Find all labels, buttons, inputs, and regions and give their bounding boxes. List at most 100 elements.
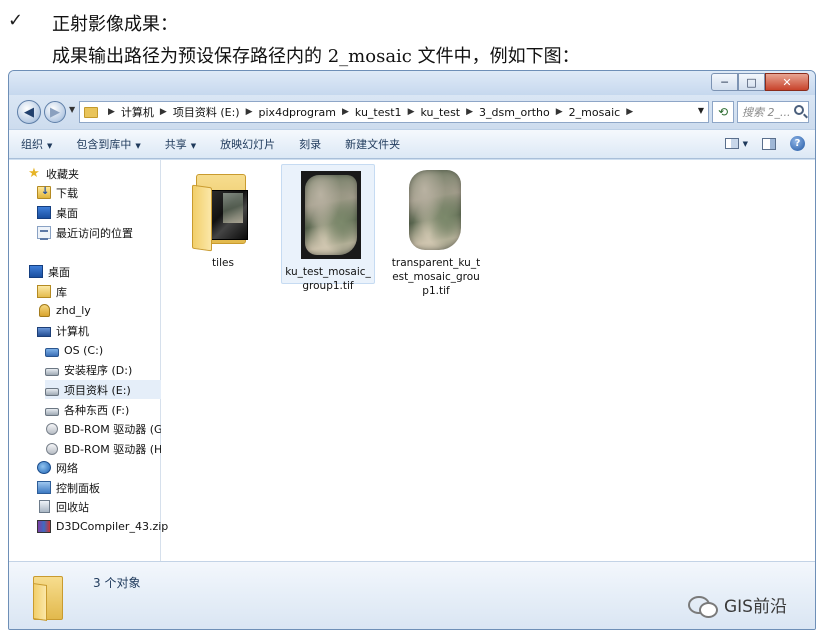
address-row: ◀ ▶ ▼ ▶ 计算机 ▶ 项目资料 (E:) ▶ pix4dprogram ▶… [9, 95, 815, 129]
file-item-mosaic[interactable]: ku_test_mosaic_group1.tif [281, 164, 375, 292]
preview-pane-icon[interactable] [762, 137, 776, 150]
chevron-down-icon[interactable]: ▼ [743, 140, 748, 148]
sidebar-item-label: 收藏夹 [46, 167, 79, 181]
minimize-button[interactable]: ─ [711, 73, 738, 91]
zip-archive-icon [37, 520, 51, 533]
chevron-right-icon[interactable]: ▶ [160, 107, 167, 117]
window-controls: ─ □ ✕ [711, 73, 809, 91]
watermark: GIS前沿 [688, 592, 787, 618]
file-item-transparent-mosaic[interactable]: transparent_ku_test_mosaic_group1.tif [389, 164, 483, 298]
chevron-down-icon: ▼ [47, 142, 53, 150]
refresh-button[interactable]: ⟲ [712, 101, 734, 123]
new-folder-button[interactable]: 新建文件夹 [333, 136, 412, 152]
forward-button[interactable]: ▶ [44, 101, 66, 123]
sidebar-item-label: 计算机 [56, 324, 89, 338]
sidebar-item-label: 桌面 [56, 206, 78, 220]
sidebar-item-label: 回收站 [56, 500, 89, 514]
sidebar-item-label: 库 [56, 285, 67, 299]
watermark-text: GIS前沿 [724, 597, 787, 617]
file-name: ku_test_mosaic_group1.tif [285, 266, 371, 292]
breadcrumb-2-mosaic[interactable]: 2_mosaic [569, 106, 621, 119]
file-item-tiles[interactable]: tiles [176, 164, 270, 270]
sidebar-item-label: 下载 [56, 186, 78, 200]
change-view-icon[interactable] [724, 138, 739, 149]
sidebar-item-label: 网络 [56, 461, 78, 475]
transparent-orthomosaic-thumbnail-icon [409, 170, 463, 250]
chevron-down-icon: ▼ [135, 142, 141, 150]
os-drive-icon [45, 347, 59, 357]
recent-places-icon [37, 226, 51, 240]
desktop-icon [37, 206, 51, 219]
explorer-window: ─ □ ✕ ◀ ▶ ▼ ▶ 计算机 ▶ 项目资料 (E:) ▶ pix4dpro… [8, 70, 816, 630]
sidebar-item-favorites[interactable]: ★ 收藏夹 [27, 164, 177, 183]
sidebar-item-label: 控制面板 [56, 481, 100, 495]
item-count: 3 个对象 [93, 576, 141, 590]
control-panel-icon [37, 481, 51, 494]
breadcrumb-computer[interactable]: 计算机 [121, 104, 154, 120]
include-library-label: 包含到库中 [76, 138, 132, 151]
content-area: ★ 收藏夹 下载 桌面 最近访问的位置 桌面 库 zhd_ly 计算机 OS (C… [9, 160, 815, 561]
chevron-right-icon[interactable]: ▶ [466, 107, 473, 117]
recent-pages-dropdown-icon[interactable]: ▼ [69, 105, 75, 114]
chevron-right-icon[interactable]: ▶ [342, 107, 349, 117]
sidebar-item-drive-g[interactable]: BD-ROM 驱动器 (G: [45, 419, 161, 438]
sidebar-item-drive-h[interactable]: BD-ROM 驱动器 (H: [45, 439, 161, 458]
close-button[interactable]: ✕ [765, 73, 809, 91]
wechat-icon [688, 594, 718, 618]
chevron-down-icon: ▼ [190, 142, 197, 150]
chevron-right-icon[interactable]: ▶ [556, 107, 563, 117]
breadcrumb-ku-test[interactable]: ku_test [420, 106, 460, 119]
sidebar-item-desktop[interactable]: 桌面 [29, 262, 179, 281]
sidebar-item-label: 项目资料 (E:) [64, 383, 131, 397]
computer-icon [37, 326, 51, 337]
doc-heading-text: 正射影像成果： [52, 14, 178, 35]
breadcrumb-pix4dprogram[interactable]: pix4dprogram [259, 106, 336, 119]
slideshow-button[interactable]: 放映幻灯片 [208, 136, 287, 152]
breadcrumb-drive-e[interactable]: 项目资料 (E:) [173, 104, 240, 120]
library-icon [37, 285, 51, 298]
bd-rom-icon [46, 442, 58, 455]
back-button[interactable]: ◀ [17, 100, 41, 124]
star-icon: ★ [28, 166, 40, 181]
network-icon [37, 461, 51, 474]
sidebar-item-label: 最近访问的位置 [56, 226, 133, 240]
search-input[interactable]: 搜索 2_... [737, 101, 809, 123]
maximize-button[interactable]: □ [738, 73, 765, 91]
sidebar-item-label: BD-ROM 驱动器 (H: [64, 442, 161, 456]
download-folder-icon [37, 186, 51, 199]
chevron-right-icon[interactable]: ▶ [108, 107, 115, 117]
sidebar-item-label: 桌面 [48, 265, 70, 279]
chevron-right-icon[interactable]: ▶ [246, 107, 253, 117]
command-bar: 组织 ▼ 包含到库中 ▼ 共享 ▼ 放映幻灯片 刻录 新建文件夹 ▼ ? [9, 129, 815, 159]
view-controls: ▼ ? [724, 136, 805, 151]
search-icon[interactable] [794, 105, 804, 115]
share-button[interactable]: 共享 ▼ [153, 136, 208, 152]
search-placeholder: 搜索 2_... [742, 106, 791, 119]
title-bar[interactable]: ─ □ ✕ [9, 71, 815, 95]
drive-icon [45, 387, 59, 396]
chevron-right-icon[interactable]: ▶ [626, 107, 633, 117]
file-list: tiles ku_test_mosaic_group1.tif transpar… [161, 160, 815, 561]
folder-icon [192, 170, 254, 252]
help-icon[interactable]: ? [790, 136, 805, 151]
sidebar-item-label: 各种东西 (F:) [64, 403, 130, 417]
burn-button[interactable]: 刻录 [287, 136, 333, 152]
sidebar-item-label: zhd_ly [56, 304, 91, 317]
orthomosaic-thumbnail-icon [301, 171, 361, 259]
breadcrumb-ku-test1[interactable]: ku_test1 [355, 106, 402, 119]
bd-rom-icon [46, 422, 58, 435]
navigation-pane: ★ 收藏夹 下载 桌面 最近访问的位置 桌面 库 zhd_ly 计算机 OS (C… [9, 160, 168, 561]
folder-icon [33, 572, 63, 621]
folder-icon [84, 106, 98, 118]
sidebar-item-label: BD-ROM 驱动器 (G: [64, 422, 161, 436]
breadcrumb-3-dsm-ortho[interactable]: 3_dsm_ortho [479, 106, 550, 119]
chevron-right-icon[interactable]: ▶ [408, 107, 415, 117]
include-in-library-button[interactable]: 包含到库中 ▼ [64, 136, 152, 152]
organize-button[interactable]: 组织 ▼ [9, 136, 64, 152]
address-dropdown-icon[interactable]: ▼ [698, 106, 704, 115]
desktop-icon [29, 265, 43, 278]
address-bar[interactable]: ▶ 计算机 ▶ 项目资料 (E:) ▶ pix4dprogram ▶ ku_te… [79, 101, 709, 123]
drive-icon [45, 407, 59, 416]
file-name: transparent_ku_test_mosaic_group1.tif [391, 257, 481, 297]
sidebar-item-drive-e[interactable]: 项目资料 (E:) [45, 380, 161, 399]
